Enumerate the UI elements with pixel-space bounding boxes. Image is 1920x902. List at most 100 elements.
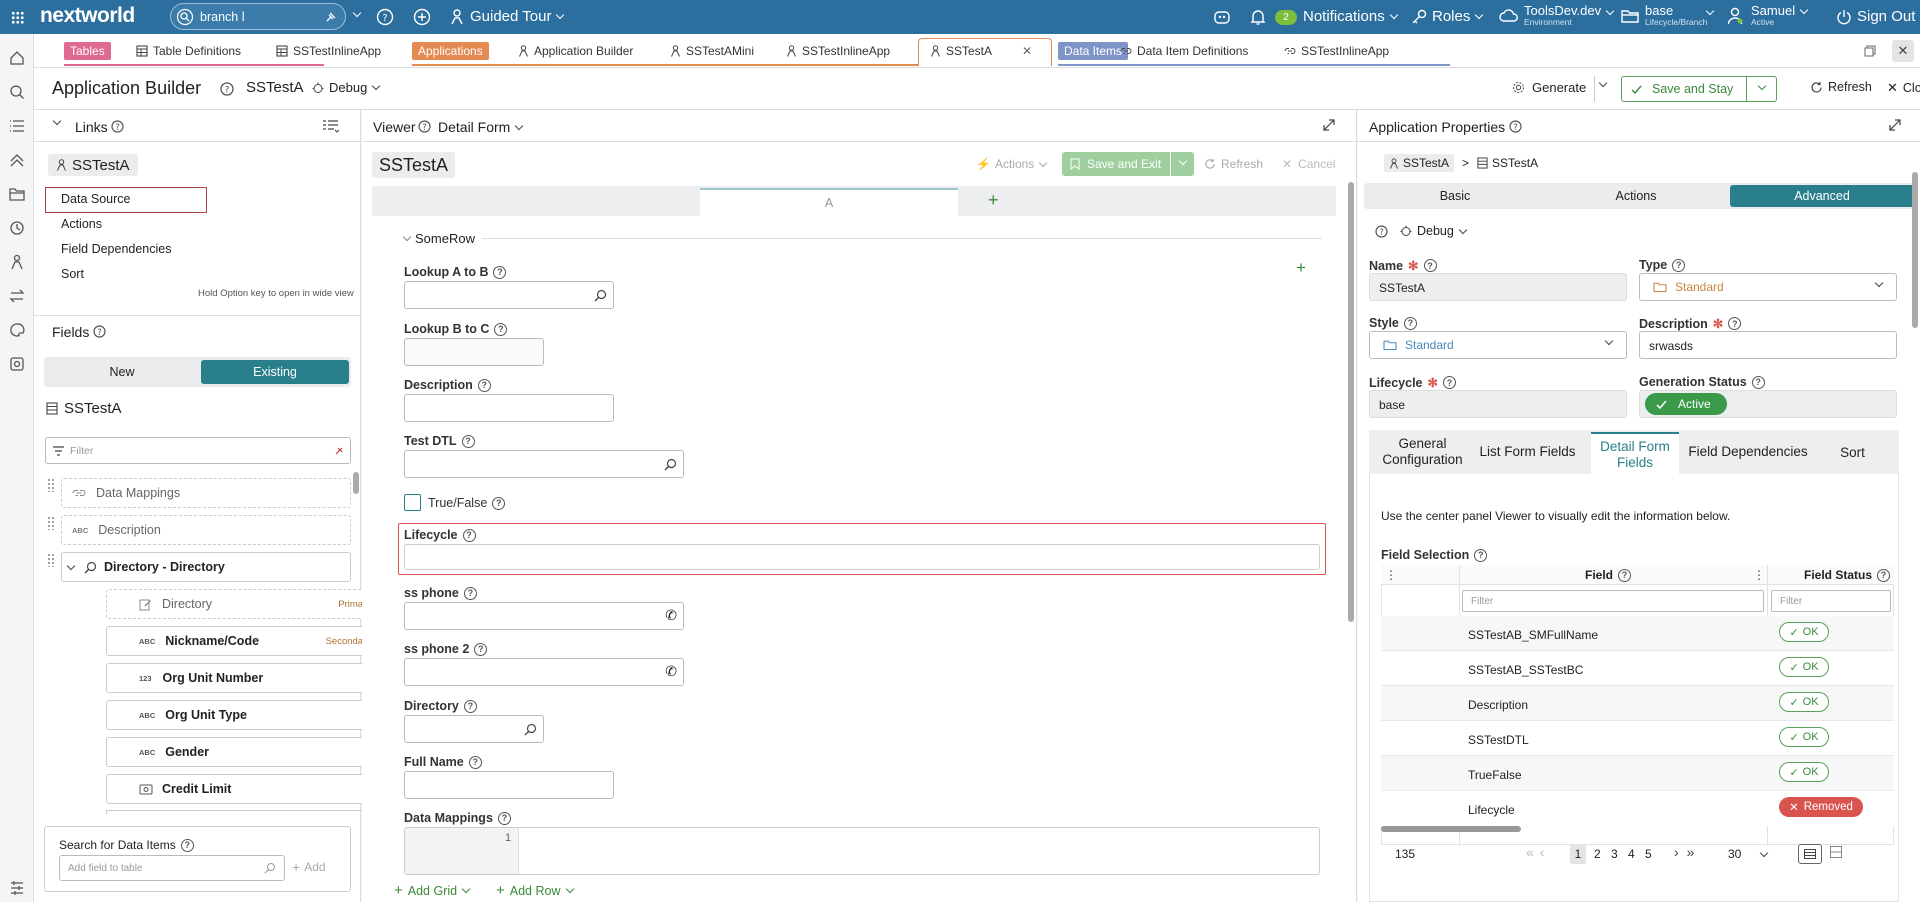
help-icon[interactable]: ? (1375, 225, 1388, 238)
select-style[interactable]: Standard (1369, 331, 1627, 359)
tab-table-definitions[interactable]: Table Definitions (136, 40, 241, 62)
input-full-name[interactable] (404, 771, 614, 799)
environment-menu[interactable]: ToolsDev.dev Environment (1499, 4, 1617, 27)
search-box[interactable]: branch l (170, 3, 346, 30)
properties-scrollbar[interactable] (1912, 172, 1918, 328)
close-tab-icon[interactable]: ✕ (1022, 40, 1032, 62)
subtab-list-form-fields[interactable]: List Form Fields (1476, 432, 1579, 472)
add-field-button[interactable]: + Add (292, 859, 326, 875)
drag-handle[interactable] (47, 553, 55, 567)
link-data-source[interactable]: Data Source (61, 192, 130, 206)
page-3[interactable]: 3 (1611, 847, 1618, 861)
sign-out-button[interactable]: Sign Out (1836, 8, 1915, 25)
pagination-next-last[interactable]: ›» (1674, 844, 1702, 860)
home-icon[interactable] (9, 50, 25, 66)
pagination-first-prev[interactable]: «‹ (1526, 844, 1550, 860)
viewer-cancel-button[interactable]: ✕ Cancel (1282, 157, 1335, 171)
pin-icon[interactable] (325, 11, 337, 23)
tab-group-data-items[interactable]: Data Items (1058, 40, 1129, 62)
tab-data-item-definitions[interactable]: Data Item Definitions (1120, 40, 1248, 62)
column-field[interactable]: Field? (1585, 568, 1632, 582)
settings-nav-icon[interactable] (9, 356, 25, 372)
grid-menu-icon[interactable]: ⋮ (1385, 568, 1397, 582)
tab-sstestinlineapp[interactable]: SSTestInlineApp (276, 40, 381, 62)
link-field-dependencies[interactable]: Field Dependencies (61, 242, 172, 256)
subtab-detail-form-fields[interactable]: Detail Form Fields (1591, 432, 1679, 476)
subtab-sort[interactable]: Sort (1810, 432, 1895, 472)
input-description[interactable] (404, 394, 614, 422)
expand-icon[interactable] (1322, 118, 1336, 132)
tab-actions[interactable]: Actions (1547, 185, 1725, 207)
history-icon[interactable] (9, 220, 25, 236)
search-input[interactable]: branch l (200, 10, 244, 24)
input-ss-phone-2[interactable]: ✆ (404, 658, 684, 686)
close-all-tabs-icon[interactable]: ✕ (1892, 40, 1914, 62)
page-size-select[interactable]: 30 (1728, 847, 1771, 861)
page-2[interactable]: 2 (1594, 847, 1601, 861)
person-nav-icon[interactable] (9, 254, 25, 270)
close-button[interactable]: ✕ Close (1887, 80, 1920, 96)
select-type[interactable]: Standard (1639, 273, 1897, 301)
user-menu[interactable]: Samuel Active (1727, 4, 1811, 27)
save-dropdown-icon[interactable] (1757, 81, 1767, 91)
field-item-directory-group[interactable]: Directory - Directory (61, 552, 351, 582)
input-directory[interactable] (404, 715, 544, 743)
guided-tour-menu[interactable]: Guided Tour (450, 8, 567, 25)
save-and-stay-button[interactable]: Save and Stay (1621, 76, 1777, 102)
tab-sstestinlineapp-2[interactable]: SSTestInlineApp (786, 40, 890, 62)
field-item-credit-limit[interactable]: Credit Limit (106, 774, 378, 804)
tab-advanced[interactable]: Advanced (1730, 185, 1914, 207)
logo[interactable]: nextworld (40, 4, 135, 28)
list-icon[interactable] (9, 118, 25, 134)
new-toggle[interactable]: New (47, 360, 197, 384)
actions-menu[interactable]: ⚡ Actions (976, 157, 1050, 171)
card-view-toggle[interactable] (1830, 846, 1842, 858)
tab-sstesta-active[interactable]: SSTestA (930, 40, 992, 62)
subtab-general-configuration[interactable]: General Configuration (1369, 432, 1476, 472)
branch-menu[interactable]: base Lifecycle/Branch (1621, 4, 1717, 27)
chevrons-up-icon[interactable] (9, 152, 25, 168)
grid-horizontal-scrollbar[interactable] (1381, 826, 1521, 832)
save-exit-dropdown-icon[interactable] (1178, 156, 1188, 166)
folder-nav-icon[interactable] (9, 186, 25, 202)
field-item-description[interactable]: ABC Description (61, 515, 351, 545)
assistant-icon[interactable] (1213, 8, 1231, 26)
save-and-exit-button[interactable]: Save and Exit (1062, 152, 1194, 176)
code-editor-data-mappings[interactable]: 1 (404, 827, 1320, 875)
subtab-field-dependencies[interactable]: Field Dependencies (1688, 432, 1808, 472)
help-icon[interactable]: ? (220, 82, 234, 96)
help-icon[interactable]: ? (1509, 120, 1522, 133)
bell-icon[interactable] (1250, 8, 1266, 26)
expand-icon[interactable] (66, 561, 76, 570)
transfer-icon[interactable] (9, 288, 25, 304)
add-field-input[interactable]: Add field to table (59, 855, 285, 881)
field-item-directory[interactable]: Directory Primary (106, 589, 378, 619)
preferences-icon[interactable] (9, 880, 25, 896)
page-5[interactable]: 5 (1645, 847, 1652, 861)
add-icon[interactable] (413, 8, 431, 26)
add-grid-button[interactable]: + Add Grid (394, 882, 473, 899)
input-name[interactable]: SSTestA (1369, 273, 1627, 301)
tab-basic[interactable]: Basic (1366, 185, 1544, 207)
drag-handle[interactable] (47, 516, 55, 530)
field-item-nickname[interactable]: ABC Nickname/Code Secondary (106, 626, 378, 656)
help-icon[interactable]: ? (93, 325, 106, 338)
props-debug-dropdown[interactable]: Debug (1400, 224, 1470, 238)
tab-group-tables[interactable]: Tables (64, 40, 111, 62)
drag-handle[interactable] (47, 478, 55, 492)
link-sort[interactable]: Sort (61, 267, 84, 281)
input-test-dtl[interactable] (404, 450, 684, 478)
page-1[interactable]: 1 (1570, 844, 1586, 864)
checkbox-true-false[interactable] (404, 494, 421, 511)
column-field-status[interactable]: Field Status? (1804, 568, 1891, 582)
field-item-gender[interactable]: ABC Gender (106, 737, 378, 767)
generate-button[interactable]: Generate (1512, 80, 1586, 95)
form-tab-a[interactable]: A (700, 188, 958, 216)
page-4[interactable]: 4 (1628, 847, 1635, 861)
roles-menu[interactable]: Roles (1411, 8, 1486, 25)
fields-filter[interactable]: Filter (45, 437, 351, 464)
input-lifecycle[interactable]: base (1369, 390, 1627, 418)
refresh-button[interactable]: Refresh (1810, 80, 1872, 94)
add-row-button[interactable]: + Add Row (496, 882, 577, 899)
help-icon[interactable]: ? (376, 8, 394, 26)
